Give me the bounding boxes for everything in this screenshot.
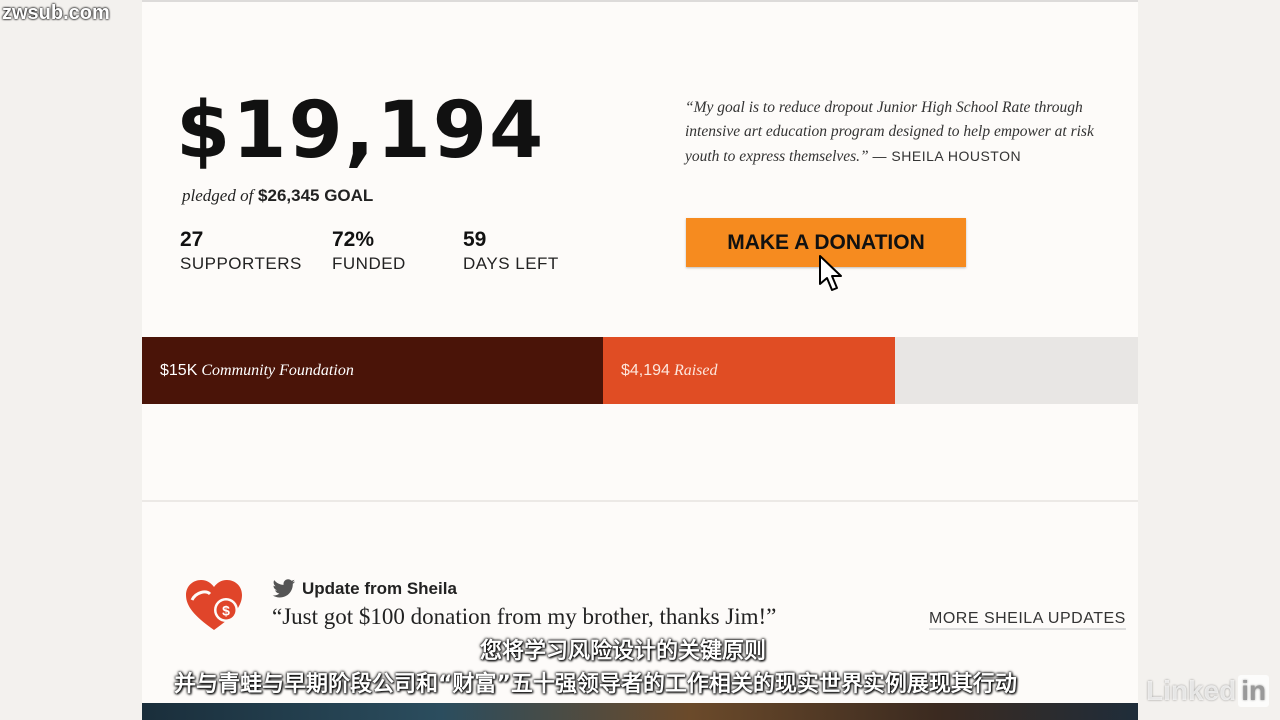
segment-label: Raised [673, 361, 718, 379]
stat-label: FUNDED [332, 254, 406, 273]
pledged-amount: $19,194 [176, 86, 546, 176]
hero-photo-strip [142, 703, 1138, 720]
quote-author: — SHEILA HOUSTON [872, 148, 1022, 164]
subtitle-line-2: 并与青蛙与早期阶段公司和“财富”五十强领导者的工作相关的现实世界实例展现其行动 [174, 672, 1017, 697]
goal-amount: $26,345 GOAL [258, 186, 374, 205]
segment-amount: $15K [160, 361, 198, 379]
stat-supporters: 27 SUPPORTERS [180, 228, 302, 274]
segment-amount: $4,194 [621, 361, 670, 379]
progress-segment-foundation: $15K Community Foundation [142, 337, 603, 404]
svg-text:$: $ [222, 603, 230, 619]
update-title: Update from Sheila [302, 579, 457, 598]
top-border [142, 0, 1138, 2]
campaign-quote: “My goal is to reduce dropout Junior Hig… [685, 96, 1115, 169]
mouse-cursor-icon [819, 255, 842, 291]
funding-progress-bar: $15K Community Foundation $4,194 Raised [142, 337, 1138, 404]
subtitle-line-1: 您将学习风险设计的关键原则 [480, 639, 767, 664]
stat-days-left: 59 DAYS LEFT [463, 228, 559, 274]
stat-value: 59 [463, 228, 487, 251]
section-divider [142, 500, 1138, 502]
heart-dollar-icon: $ [186, 580, 242, 630]
stat-funded: 72% FUNDED [332, 228, 406, 274]
stat-label: SUPPORTERS [180, 254, 302, 273]
stat-value: 72% [332, 228, 375, 251]
twitter-icon [272, 579, 296, 598]
segment-label: Community Foundation [201, 361, 354, 379]
logo-in-badge: in [1238, 675, 1270, 707]
pledged-prefix: pledged of [182, 186, 254, 205]
linkedin-logo: Linked in [1146, 675, 1270, 707]
stat-label: DAYS LEFT [463, 254, 559, 273]
watermark-text: zwsub.com [2, 2, 110, 24]
stat-value: 27 [180, 228, 204, 251]
update-quote: “Just got $100 donation from my brother,… [272, 604, 777, 629]
logo-text: Linked [1146, 675, 1237, 706]
progress-segment-raised: $4,194 Raised [603, 337, 895, 404]
campaign-page: $19,194 pledged of $26,345 GOAL 27 SUPPO… [142, 0, 1138, 720]
update-header: Update from Sheila [272, 579, 457, 599]
more-updates-link[interactable]: MORE SHEILA UPDATES [929, 610, 1126, 630]
pledged-goal-line: pledged of $26,345 GOAL [182, 186, 373, 206]
